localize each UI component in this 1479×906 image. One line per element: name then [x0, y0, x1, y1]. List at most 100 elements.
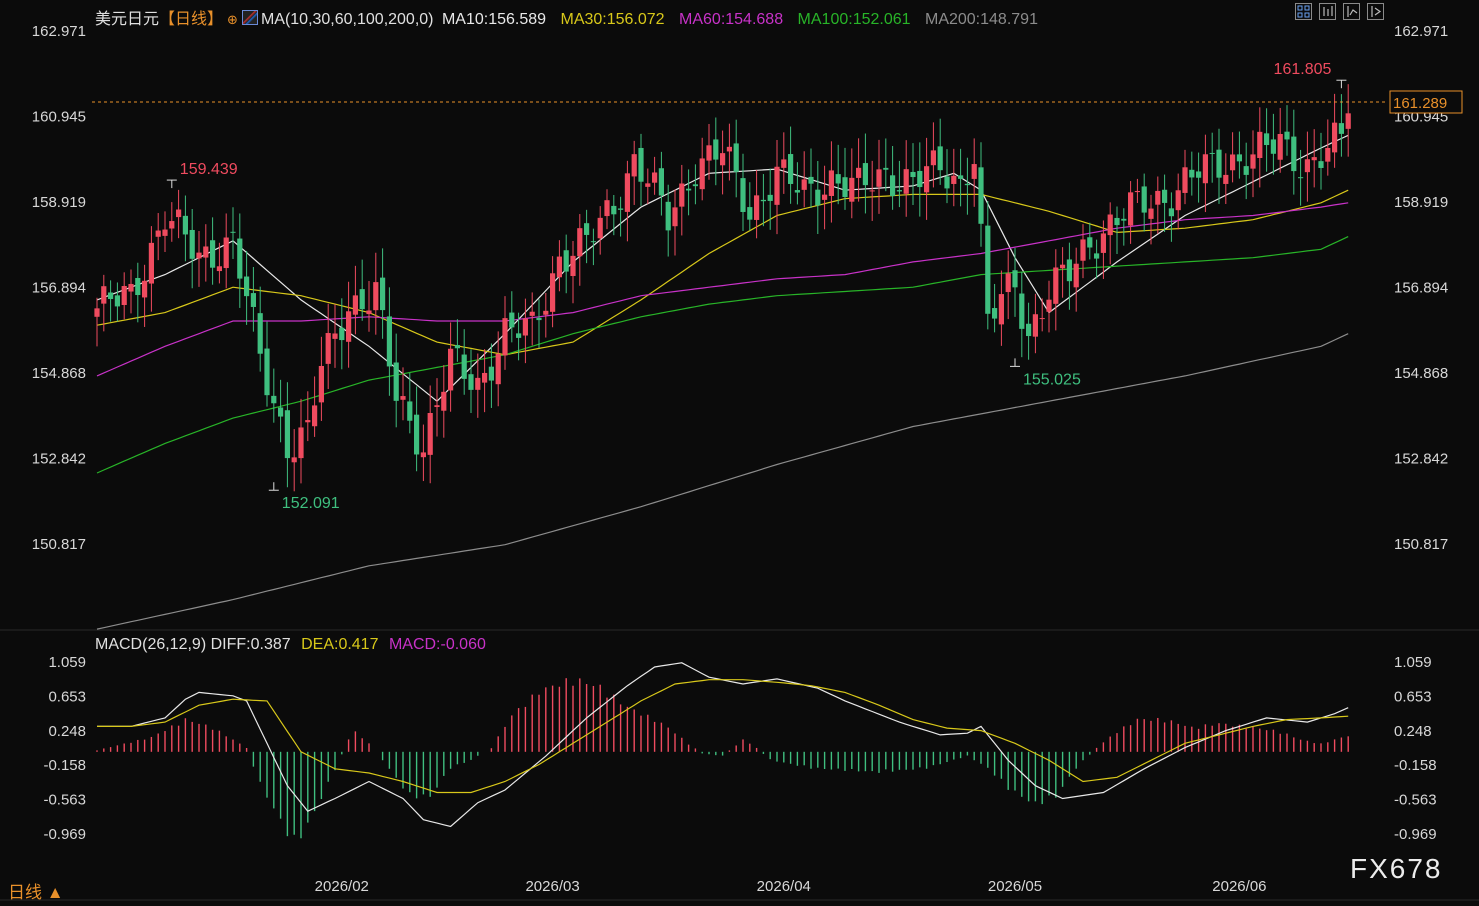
candle-body: [318, 365, 324, 403]
macd-header: MACD(26,12,9) DIFF:0.387 DEA:0.417 MACD:…: [95, 636, 486, 654]
candle-body: [801, 179, 807, 190]
period-label[interactable]: 【日线】: [159, 11, 223, 28]
candle-body: [1345, 113, 1351, 129]
candle-body: [652, 172, 658, 183]
symbol-name: 美元日元: [95, 11, 160, 28]
candle-body: [400, 396, 406, 400]
candle-body: [155, 230, 161, 237]
ma30-line: [96, 189, 1349, 356]
candle-body: [679, 183, 685, 207]
candle-body: [162, 229, 168, 236]
candle-body: [1066, 259, 1072, 282]
candle-body: [645, 183, 651, 187]
candle-body: [1196, 171, 1202, 178]
grid-layout-icon[interactable]: [1295, 3, 1312, 20]
chart-export-icon[interactable]: [1367, 3, 1384, 20]
candle-body: [305, 420, 311, 423]
chart-compare-icon[interactable]: [1343, 3, 1360, 20]
candle-body: [488, 366, 494, 381]
candle-body: [924, 166, 930, 193]
candle-body: [536, 317, 542, 321]
indicator-icon[interactable]: [241, 10, 258, 25]
candle-body: [1304, 159, 1310, 173]
candle-body: [284, 410, 290, 459]
candle-body: [257, 313, 263, 354]
candle-body: [271, 395, 277, 404]
candle-body: [951, 175, 957, 184]
candle-body: [529, 311, 535, 316]
candle-body: [148, 242, 154, 284]
candle-body: [346, 311, 352, 342]
candle-body: [1134, 190, 1140, 193]
date-axis-label: 2026/04: [757, 878, 811, 895]
candle-body: [720, 153, 726, 166]
candle-body: [1087, 237, 1093, 248]
price-axis-label-left: 160.945: [32, 109, 86, 126]
candle-body: [665, 201, 671, 231]
candle-body: [584, 223, 590, 235]
candle-body: [1162, 189, 1168, 203]
chart-single-icon[interactable]: [1319, 3, 1336, 20]
candle-body: [298, 427, 304, 459]
candle-body: [849, 177, 855, 202]
macd-axis-label-right: 1.059: [1394, 654, 1432, 671]
candle-body: [733, 143, 739, 172]
price-axis-label-right: 154.868: [1394, 365, 1448, 382]
ma60-value: MA60:154.688: [679, 11, 784, 28]
price-axis-label-left: 150.817: [32, 536, 86, 553]
candle-body: [1202, 154, 1208, 184]
candle-body: [196, 252, 202, 259]
candle-body: [611, 205, 617, 215]
candle-body: [543, 310, 549, 315]
candle-body: [774, 166, 780, 205]
candle-body: [1053, 267, 1059, 304]
candle-body: [1182, 167, 1188, 193]
candle-body: [325, 333, 331, 364]
macd-hist-value: MACD:-0.060: [388, 636, 486, 653]
candle-body: [760, 199, 766, 202]
candle-body: [1107, 214, 1113, 236]
candle-body: [495, 353, 501, 385]
candle-body: [577, 228, 583, 257]
candle-body: [869, 190, 875, 192]
candle-body: [1250, 154, 1256, 169]
candle-body: [1311, 157, 1317, 161]
candle-body: [393, 362, 399, 401]
macd-axis-label-left: -0.969: [43, 826, 86, 843]
candle-body: [1019, 293, 1025, 329]
candle-body: [1264, 133, 1270, 146]
candle-body: [876, 169, 882, 187]
candle-body: [964, 183, 970, 186]
extreme-label: 155.025: [1023, 371, 1081, 388]
macd-axis-label-left: 1.059: [48, 654, 86, 671]
candle-body: [1121, 218, 1127, 221]
period-tab[interactable]: 日线 ▲: [8, 878, 64, 903]
candle-body: [1236, 154, 1242, 162]
candle-body: [427, 412, 433, 455]
candle-body: [958, 175, 964, 179]
candle-body: [1073, 263, 1079, 288]
candle-body: [1094, 253, 1100, 259]
candle-body: [373, 282, 379, 311]
candle-body: [686, 188, 692, 191]
price-axis-label-left: 158.919: [32, 194, 86, 211]
candle-body: [998, 294, 1004, 325]
ma100-value: MA100:152.061: [797, 11, 911, 28]
candle-body: [461, 354, 467, 379]
extreme-label: 161.805: [1274, 61, 1332, 78]
candle-body: [291, 457, 297, 463]
candle-body: [244, 276, 250, 297]
crosshair-icon[interactable]: ⊕: [227, 12, 238, 27]
candle-body: [1128, 192, 1134, 226]
extreme-label: 159.439: [180, 161, 238, 178]
date-axis-label: 2026/05: [988, 878, 1042, 895]
candle-body: [522, 318, 528, 336]
macd-axis-label-right: -0.969: [1394, 826, 1437, 843]
candle-body: [896, 190, 902, 192]
candle-body: [1338, 123, 1344, 134]
candle-body: [1257, 131, 1263, 158]
candle-body: [1148, 208, 1154, 219]
ma200-value: MA200:148.791: [924, 11, 1038, 28]
candle-body: [128, 283, 134, 292]
candle-body: [121, 286, 127, 306]
